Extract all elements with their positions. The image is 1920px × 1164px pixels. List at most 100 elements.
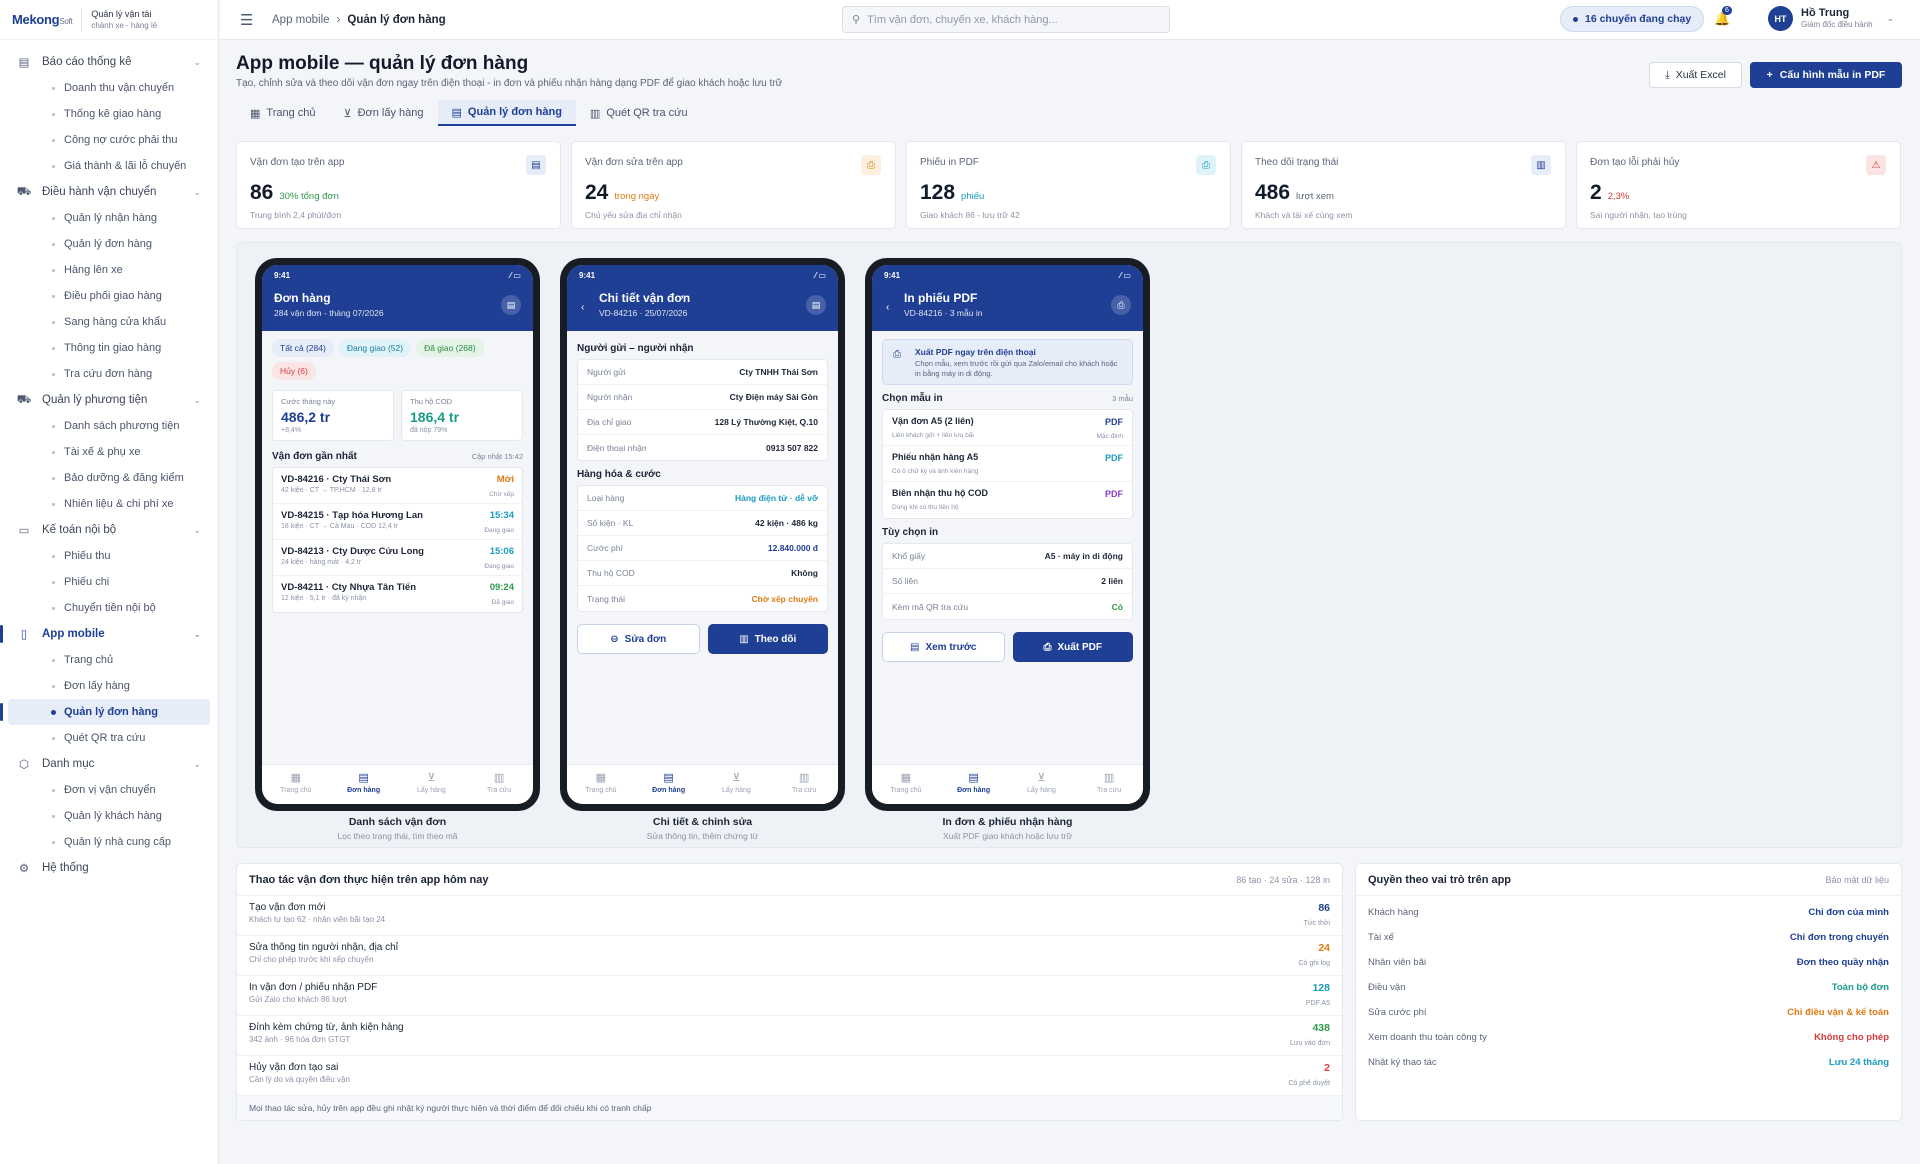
sidebar-item[interactable]: Doanh thu vận chuyển [8, 75, 210, 101]
sidebar-item[interactable]: Phiếu chi [8, 569, 210, 595]
running-trips-badge[interactable]: 16 chuyến đang chạy [1560, 6, 1705, 32]
op-title: Đính kèm chứng từ, ảnh kiện hàng [249, 1022, 404, 1033]
search-input[interactable]: ⚲ Tìm vận đơn, chuyến xe, khách hàng... [842, 6, 1170, 33]
tab-1[interactable]: ⊻ Đơn lấy hàng [330, 100, 438, 126]
list-item[interactable]: VD-84213 · Cty Dược Cửu Long 24 kiện · hà… [273, 540, 522, 576]
phone-nav-item[interactable]: ▦ Trang chủ [567, 765, 635, 804]
sidebar-item[interactable]: Quản lý nhà cung cấp [8, 829, 210, 855]
list-item[interactable]: VD-84211 · Cty Nhựa Tân Tiến 12 kiện · 5,… [273, 576, 522, 612]
print-template-item[interactable]: Phiếu nhận hàng A5 Có ô chữ ký và ảnh kiệ… [883, 446, 1132, 482]
sidebar-group-2[interactable]: ⛟ Quản lý phương tiện ⌄ [8, 387, 210, 413]
sidebar-item[interactable]: Đơn lấy hàng [8, 673, 210, 699]
sidebar-item[interactable]: Quét QR tra cứu [8, 725, 210, 751]
phone-nav-item[interactable]: ▥ Tra cứu [465, 765, 533, 804]
sidebar-item[interactable]: Quản lý đơn hàng [0, 699, 210, 725]
sidebar-item[interactable]: Đơn vị vận chuyển [8, 777, 210, 803]
sidebar-item[interactable]: Quản lý đơn hàng [8, 231, 210, 257]
phone-nav-item[interactable]: ⊻ Lấy hàng [1008, 765, 1076, 804]
sidebar-item[interactable]: Trang chủ [8, 647, 210, 673]
bell-icon[interactable]: 🔔 6 [1714, 6, 1732, 27]
export-excel-button[interactable]: ⤓ Xuất Excel [1649, 62, 1742, 88]
sidebar-item[interactable]: Hàng lên xe [8, 257, 210, 283]
sidebar-item[interactable]: Chuyển tiền nội bộ [8, 595, 210, 621]
status-chip[interactable]: Đã giao (268) [416, 339, 484, 357]
back-icon[interactable]: ‹ [886, 302, 889, 313]
sidebar-item[interactable]: Phiếu thu [8, 543, 210, 569]
logo[interactable]: MekongSoft [12, 12, 73, 27]
export-pdf-button[interactable]: ⎙ Xuất PDF [1012, 632, 1133, 662]
tab-0[interactable]: ▦ Trang chủ [236, 100, 330, 126]
edit-order-button[interactable]: ⊖ Sửa đơn [577, 624, 700, 654]
phone-nav-item[interactable]: ▤ Đơn hàng [635, 765, 703, 804]
phone-nav-item[interactable]: ▤ Đơn hàng [940, 765, 1008, 804]
sidebar-item[interactable]: Tra cứu đơn hàng [8, 361, 210, 387]
sidebar-item[interactable]: Sang hàng cửa khẩu [8, 309, 210, 335]
sidebar-item-label: Thông tin giao hàng [64, 342, 162, 354]
sidebar-item[interactable]: Quản lý nhận hàng [8, 205, 210, 231]
phone-nav-item[interactable]: ⊻ Lấy hàng [398, 765, 466, 804]
print-template-item[interactable]: Biên nhận thu hộ COD Dùng khi có thu tiền… [883, 482, 1132, 518]
tab-3[interactable]: ▥ Quét QR tra cứu [576, 100, 702, 126]
status-chip[interactable]: Hủy (6) [272, 362, 316, 380]
list-item[interactable]: VD-84215 · Tạp hóa Hương Lan 18 kiện · CT… [273, 504, 522, 540]
sidebar-item[interactable]: Thông tin giao hàng [8, 335, 210, 361]
doc-icon[interactable]: ▤ [501, 295, 521, 315]
sidebar-item-label: Quản lý khách hàng [64, 810, 162, 822]
sidebar-item[interactable]: Giá thành & lãi lỗ chuyến [8, 153, 210, 179]
list-item[interactable]: VD-84216 · Cty Thái Sơn 42 kiện · CT → TP… [273, 468, 522, 504]
phone-nav-item[interactable]: ▥ Tra cứu [770, 765, 838, 804]
hamburger-menu-icon[interactable]: ☰ [240, 11, 256, 29]
kpi-label: Đơn tạo lỗi phải hủy [1590, 157, 1680, 168]
config-pdf-template-button[interactable]: + Cấu hình mẫu in PDF [1750, 62, 1902, 88]
sidebar-item[interactable]: Nhiên liệu & chi phí xe [8, 491, 210, 517]
sidebar-item[interactable]: Công nợ cước phải thu [8, 127, 210, 153]
sidebar-group-1[interactable]: ⛟ Điều hành vận chuyển ⌄ [8, 179, 210, 205]
sidebar-item[interactable]: Tài xế & phụ xe [8, 439, 210, 465]
tab-2[interactable]: ▤ Quản lý đơn hàng [437, 100, 576, 126]
goods-fee-card: Loại hàng Hàng điện tử · dễ vỡ Số kiện · K… [577, 485, 828, 612]
tab-bar: ▦ Trang chủ ⊻ Đơn lấy hàng ▤ Quản lý đơn hàng… [236, 100, 702, 126]
search-icon: ⚲ [852, 14, 861, 26]
cart-icon: ⊻ [732, 772, 741, 784]
track-order-button[interactable]: ▥ Theo dõi [707, 624, 828, 654]
preview-button[interactable]: ▤ Xem trước [882, 632, 1005, 662]
phone-order-detail: 9:41 ⁄ ▭ ‹ Chi tiết vận đơn VD-84216 · 25… [560, 258, 845, 811]
breadcrumb-app-mobile[interactable]: App mobile [272, 14, 330, 26]
sidebar-item[interactable]: Bảo dưỡng & đăng kiểm [8, 465, 210, 491]
phone-nav-item[interactable]: ▦ Trang chủ [262, 765, 330, 804]
back-icon[interactable]: ‹ [581, 302, 584, 313]
template-tag: PDF [1105, 489, 1123, 499]
sidebar-group-0[interactable]: ▤ Báo cáo thống kê ⌄ [8, 49, 210, 75]
mini-note: đã nộp 79% [410, 427, 448, 434]
phone-nav-item[interactable]: ▥ Tra cứu [1075, 765, 1143, 804]
sidebar-item[interactable]: Danh sách phương tiện [8, 413, 210, 439]
op-value: 86 [1318, 902, 1330, 914]
sidebar-item[interactable]: Quản lý khách hàng [8, 803, 210, 829]
phone-nav-item[interactable]: ▦ Trang chủ [872, 765, 940, 804]
sidebar-group-3[interactable]: ▭ Kế toán nội bộ ⌄ [8, 517, 210, 543]
sidebar-item[interactable]: Thống kê giao hàng [8, 101, 210, 127]
sidebar-group-6[interactable]: ⚙ Hệ thống [8, 855, 210, 881]
row-key: Người nhận [587, 392, 633, 402]
phone-bottom-nav: ▦ Trang chủ ▤ Đơn hàng ⊻ Lấy hàng ▥ Tra cứu [262, 764, 533, 804]
status-chip[interactable]: Tất cả (284) [272, 339, 334, 357]
phone-bottom-nav: ▦ Trang chủ ▤ Đơn hàng ⊻ Lấy hàng ▥ Tra cứu [872, 764, 1143, 804]
sidebar-item[interactable]: Điều phối giao hàng [8, 283, 210, 309]
sidebar-group-4[interactable]: ▯ App mobile ⌄ [0, 621, 210, 647]
user-menu[interactable]: HT Hồ Trung Giám đốc điều hành ⌄ [1768, 6, 1894, 31]
doc-icon[interactable]: ▤ [806, 295, 826, 315]
phone-nav-item[interactable]: ⊻ Lấy hàng [703, 765, 771, 804]
print-template-item[interactable]: Vận đơn A5 (2 liên) Liên khách gửi + liên… [883, 410, 1132, 446]
sidebar-item-label: Chuyển tiền nội bộ [64, 602, 156, 614]
printer-icon[interactable]: ⎙ [1111, 295, 1131, 315]
status-chip[interactable]: Đang giao (52) [338, 339, 412, 357]
role-row: Nhật ký thao tác Lưu 24 tháng [1356, 1050, 1901, 1075]
sidebar-group-5[interactable]: ⬡ Danh mục ⌄ [8, 751, 210, 777]
op-title: Hủy vận đơn tạo sai [249, 1062, 339, 1073]
phone-nav-item[interactable]: ▤ Đơn hàng [330, 765, 398, 804]
op-note: PDF A5 [1305, 1000, 1330, 1007]
tab-label: Trang chủ [266, 107, 316, 119]
phone-nav-label: Lấy hàng [721, 787, 751, 794]
order-title: VD-84213 · Cty Dược Cửu Long [281, 546, 424, 557]
kpi-note: Khách và tài xế cùng xem [1255, 210, 1353, 220]
